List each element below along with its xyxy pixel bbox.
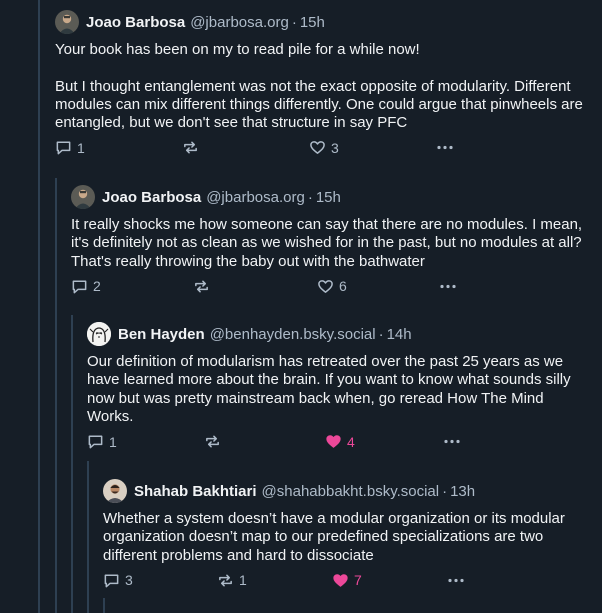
avatar[interactable] <box>71 185 95 209</box>
like-button[interactable]: 3 <box>309 139 339 156</box>
post[interactable]: Joao Barbosa @jbarbosa.org · 15h It real… <box>71 185 588 298</box>
heart-icon <box>333 574 348 587</box>
avatar-portrait-icon <box>103 479 127 503</box>
avatar-portrait-icon <box>55 10 79 34</box>
author-name[interactable]: Joao Barbosa <box>86 14 185 31</box>
repost-count: 1 <box>239 572 247 589</box>
post-timestamp[interactable]: 14h <box>387 326 412 343</box>
post-header: Joao Barbosa @jbarbosa.org · 15h <box>71 185 588 209</box>
repost-arrows-icon <box>219 574 232 587</box>
more-dots-icon <box>437 146 453 150</box>
post-actions: 3 1 7 <box>103 572 588 592</box>
like-button[interactable]: 4 <box>325 433 355 450</box>
like-button[interactable]: 6 <box>317 278 347 295</box>
avatar[interactable] <box>103 479 127 503</box>
heart-icon <box>326 435 341 448</box>
post-header: Shahab Bakhtiari @shahabbakht.bsky.socia… <box>103 479 588 503</box>
post-actions: 2 6 <box>71 278 588 298</box>
thread-line-5 <box>103 598 105 613</box>
avatar[interactable] <box>87 322 111 346</box>
repost-button[interactable] <box>204 433 226 450</box>
separator-dot: · <box>378 325 384 343</box>
reply-button[interactable]: 1 <box>87 433 117 450</box>
avatar-portrait-icon <box>71 185 95 209</box>
like-count: 6 <box>339 278 347 295</box>
more-dots-icon <box>440 284 456 288</box>
like-count: 4 <box>347 433 355 450</box>
repost-arrows-icon <box>195 280 208 293</box>
heart-icon <box>318 279 333 293</box>
repost-button[interactable] <box>193 278 215 295</box>
author-name[interactable]: Ben Hayden <box>118 326 205 343</box>
post-text: Our definition of modularism has retreat… <box>87 353 571 425</box>
author-handle[interactable]: @jbarbosa.org <box>206 189 305 206</box>
repost-arrows-icon <box>206 435 219 448</box>
reply-button[interactable]: 2 <box>71 278 101 295</box>
reply-count: 1 <box>109 433 117 450</box>
more-options-button[interactable] <box>442 433 462 450</box>
author-name[interactable]: Shahab Bakhtiari <box>134 483 257 500</box>
thread-line-1 <box>38 0 40 613</box>
author-name[interactable]: Joao Barbosa <box>102 189 201 206</box>
separator-dot: · <box>307 188 313 206</box>
speech-bubble-icon <box>88 435 103 449</box>
repost-button[interactable]: 1 <box>217 572 247 589</box>
avatar[interactable] <box>55 10 79 34</box>
more-options-button[interactable] <box>446 572 466 589</box>
post-timestamp[interactable]: 13h <box>450 483 475 500</box>
like-count: 3 <box>331 139 339 156</box>
reply-count: 3 <box>125 572 133 589</box>
post-actions: 1 4 <box>87 433 588 453</box>
post-header: Ben Hayden @benhayden.bsky.social · 14h <box>87 322 588 346</box>
more-dots-icon <box>444 440 460 444</box>
post-timestamp[interactable]: 15h <box>300 14 325 31</box>
reply-button[interactable]: 1 <box>55 139 85 156</box>
speech-bubble-icon <box>56 142 71 155</box>
thread-line-2 <box>55 178 57 613</box>
author-handle[interactable]: @jbarbosa.org <box>190 14 289 31</box>
post[interactable]: Shahab Bakhtiari @shahabbakht.bsky.socia… <box>103 479 588 592</box>
repost-arrows-icon <box>184 142 197 154</box>
reply-count: 2 <box>93 278 101 295</box>
more-options-button[interactable] <box>435 139 455 156</box>
speech-bubble-icon <box>104 574 119 588</box>
thread-line-3 <box>71 315 73 613</box>
separator-dot: · <box>442 482 448 500</box>
more-options-button[interactable] <box>438 278 458 295</box>
post-timestamp[interactable]: 15h <box>316 189 341 206</box>
reply-button[interactable]: 3 <box>103 572 133 589</box>
reply-count: 1 <box>77 139 85 156</box>
author-handle[interactable]: @benhayden.bsky.social <box>210 326 376 343</box>
thread-line-4 <box>87 461 89 613</box>
post-text: Whether a system doesn’t have a modular … <box>103 510 565 564</box>
repost-button[interactable] <box>182 139 204 156</box>
more-dots-icon <box>448 578 464 582</box>
post-text: Your book has been on my to read pile fo… <box>55 41 583 132</box>
author-handle[interactable]: @shahabbakht.bsky.social <box>262 483 440 500</box>
post-text: It really shocks me how someone can say … <box>71 216 583 270</box>
post-actions: 1 3 <box>55 139 588 159</box>
like-button[interactable]: 7 <box>332 572 362 589</box>
speech-bubble-icon <box>72 280 87 294</box>
avatar-monkey-sketch-icon <box>87 322 111 346</box>
like-count: 7 <box>354 572 362 589</box>
post[interactable]: Joao Barbosa @jbarbosa.org · 15h Your bo… <box>55 10 588 159</box>
post[interactable]: Ben Hayden @benhayden.bsky.social · 14h … <box>87 322 588 453</box>
post-header: Joao Barbosa @jbarbosa.org · 15h <box>55 10 588 34</box>
separator-dot: · <box>291 13 297 31</box>
heart-icon <box>310 141 325 155</box>
